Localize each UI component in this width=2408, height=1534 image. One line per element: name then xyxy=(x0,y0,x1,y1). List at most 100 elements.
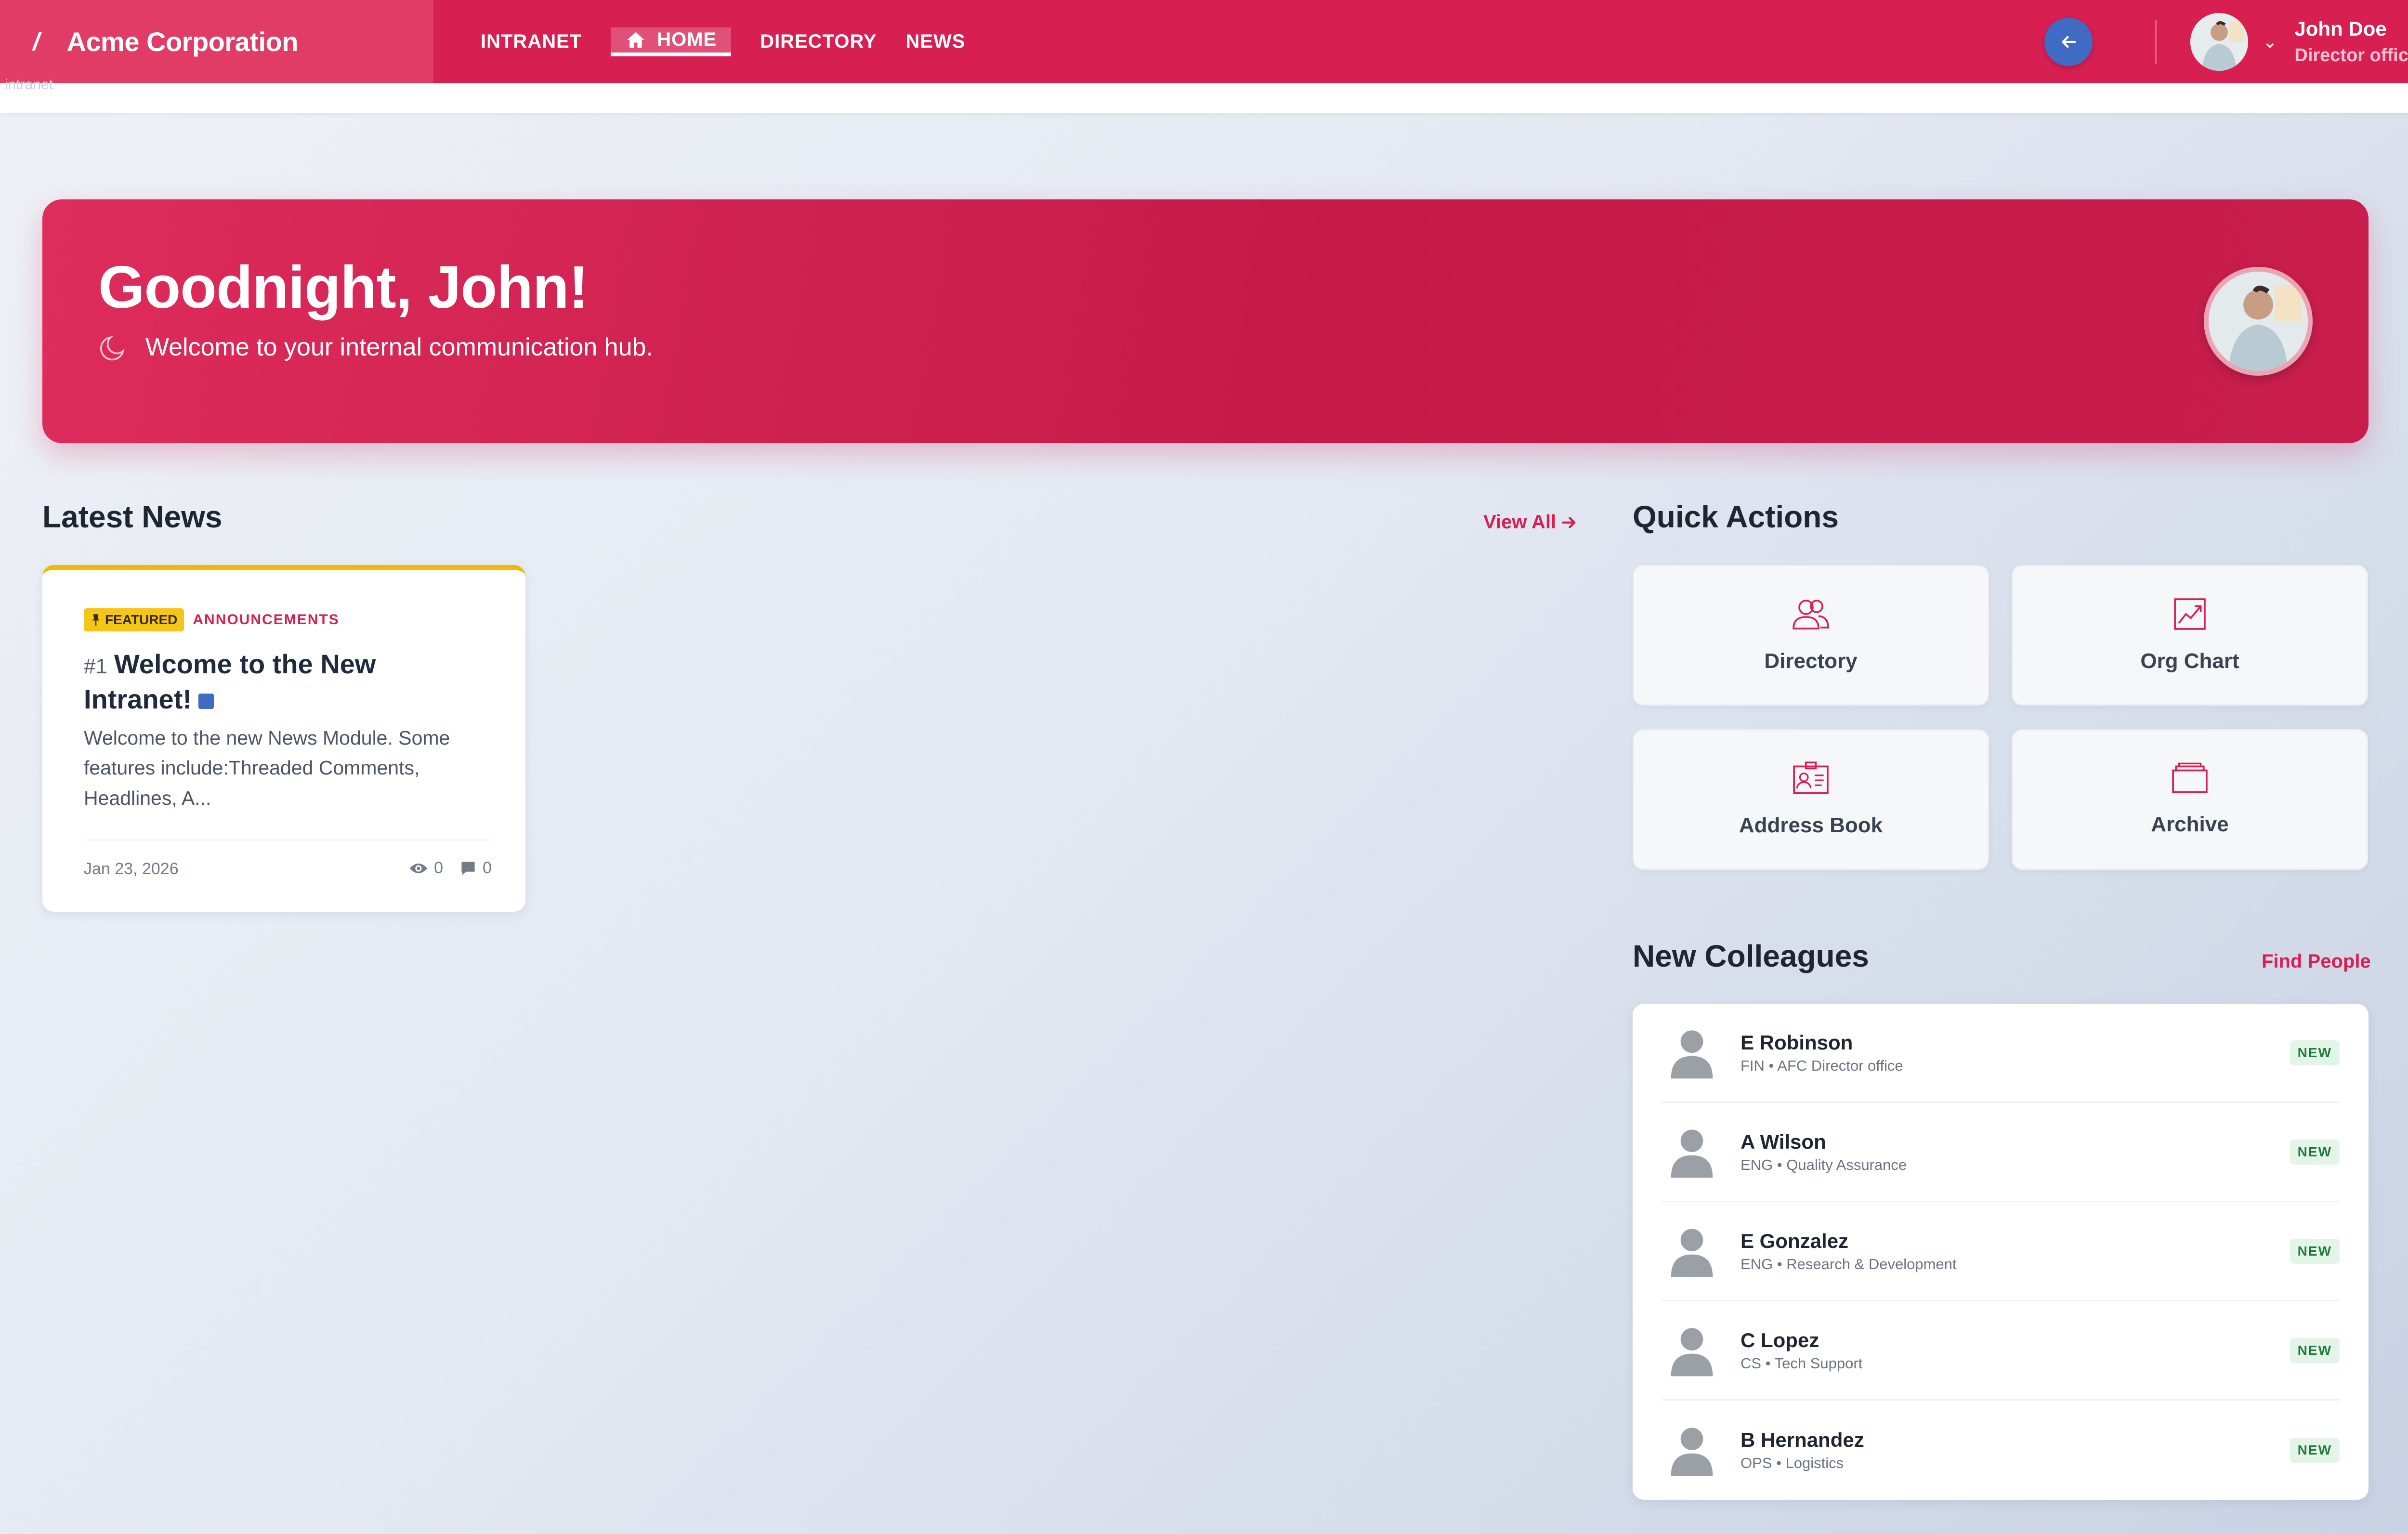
avatar xyxy=(1665,1324,1718,1377)
nav-right: ⌄ John Doe Director office xyxy=(2044,0,2408,83)
new-badge: NEW xyxy=(2290,1139,2340,1165)
featured-badge: FEATURED xyxy=(84,608,184,631)
person-icon xyxy=(1671,1327,1713,1376)
news-title[interactable]: #1 Welcome to the New Intranet! xyxy=(84,647,488,717)
users-icon xyxy=(1793,600,1829,629)
breadcrumb[interactable]: intranet xyxy=(5,77,53,93)
list-item[interactable]: B Hernandez OPS • Logistics NEW xyxy=(1662,1401,2340,1500)
colleague-name: E Robinson xyxy=(1741,1031,1853,1054)
arrow-right-icon xyxy=(1562,516,1576,528)
nav-link-news[interactable]: NEWS xyxy=(906,27,966,56)
view-all-label: View All xyxy=(1483,511,1557,533)
list-item[interactable]: A Wilson ENG • Quality Assurance NEW xyxy=(1662,1103,2340,1202)
avatar xyxy=(1665,1225,1718,1278)
colleagues-list: E Robinson FIN • AFC Director office NEW… xyxy=(1633,1004,2369,1500)
news-card[interactable]: FEATURED ANNOUNCEMENTS #1 Welcome to the … xyxy=(42,565,525,912)
back-button[interactable] xyxy=(2044,17,2093,66)
hero-avatar xyxy=(2204,267,2313,376)
nav-link-home-label: HOME xyxy=(657,29,717,50)
new-badge: NEW xyxy=(2290,1238,2340,1264)
welcome-banner: Goodnight, John! Welcome to your interna… xyxy=(42,199,2369,443)
colleague-name: A Wilson xyxy=(1741,1130,1826,1153)
colleague-info: A Wilson ENG • Quality Assurance xyxy=(1741,1130,1907,1174)
news-stats: 0 0 xyxy=(409,859,492,878)
avatar xyxy=(1665,1424,1718,1477)
quick-action-label: Directory xyxy=(1764,649,1858,673)
list-item[interactable]: E Robinson FIN • AFC Director office NEW xyxy=(1662,1004,2340,1103)
quick-action-archive[interactable]: Archive xyxy=(2012,729,2368,870)
news-comments: 0 xyxy=(483,859,492,877)
quick-action-label: Org Chart xyxy=(2140,649,2239,673)
quick-actions-title: Quick Actions xyxy=(1633,499,1839,534)
top-navbar: / Acme Corporation INTRANET HOME DIRECTO… xyxy=(0,0,2408,83)
arrow-left-icon xyxy=(2062,36,2076,48)
news-title-text: Welcome to the New Intranet! xyxy=(84,649,376,714)
list-item[interactable]: C Lopez CS • Tech Support NEW xyxy=(1662,1301,2340,1401)
new-badge: NEW xyxy=(2290,1337,2340,1363)
eye-icon xyxy=(409,863,428,873)
quick-action-label: Archive xyxy=(2151,813,2229,836)
nav-link-directory[interactable]: DIRECTORY xyxy=(760,27,877,56)
nav-links: INTRANET HOME DIRECTORY NEWS xyxy=(481,0,995,83)
colleague-name: B Hernandez xyxy=(1741,1429,1864,1451)
quick-action-label: Address Book xyxy=(1739,813,1883,837)
featured-label: FEATURED xyxy=(105,612,178,627)
news-views: 0 xyxy=(434,859,444,877)
brand-name: Acme Corporation xyxy=(66,26,298,57)
address-book-icon xyxy=(1793,761,1829,794)
new-badge: NEW xyxy=(2290,1040,2340,1065)
chevron-down-icon[interactable]: ⌄ xyxy=(2263,32,2277,52)
colleague-meta: FIN • AFC Director office xyxy=(1741,1057,1903,1074)
avatar xyxy=(1665,1126,1718,1179)
user-role: Director office xyxy=(2294,45,2408,66)
news-category[interactable]: ANNOUNCEMENTS xyxy=(193,612,339,628)
find-people-link[interactable]: Find People xyxy=(2262,951,2371,972)
user-avatar[interactable] xyxy=(2190,13,2249,71)
poll-icon xyxy=(198,694,214,717)
colleague-name: E Gonzalez xyxy=(1741,1229,1849,1252)
news-number: #1 xyxy=(84,655,107,678)
greeting-title: Goodnight, John! xyxy=(98,254,589,321)
quick-action-directory[interactable]: Directory xyxy=(1633,565,1989,706)
new-badge: NEW xyxy=(2290,1438,2340,1463)
archive-icon xyxy=(2172,762,2208,793)
greeting-subtitle: Welcome to your internal communication h… xyxy=(98,332,653,362)
colleague-meta: ENG • Research & Development xyxy=(1741,1255,1957,1272)
comment-icon xyxy=(461,861,475,875)
news-divider xyxy=(84,839,492,840)
nav-link-home[interactable]: HOME xyxy=(611,27,732,56)
brand-logo: / xyxy=(33,27,40,56)
home-icon xyxy=(627,32,645,48)
greeting-subtitle-text: Welcome to your internal communication h… xyxy=(145,333,653,361)
person-icon xyxy=(1671,1129,1713,1178)
colleague-info: C Lopez CS • Tech Support xyxy=(1741,1329,1862,1372)
colleague-name: C Lopez xyxy=(1741,1328,1819,1351)
colleague-meta: ENG • Quality Assurance xyxy=(1741,1156,1907,1173)
user-meta[interactable]: John Doe Director office xyxy=(2294,17,2408,66)
person-icon xyxy=(1671,1428,1713,1476)
chart-icon xyxy=(2174,598,2206,630)
brand[interactable]: / Acme Corporation xyxy=(0,0,433,83)
view-all-link[interactable]: View All xyxy=(1483,511,1578,533)
colleague-meta: OPS • Logistics xyxy=(1741,1455,1844,1471)
news-tags: FEATURED ANNOUNCEMENTS xyxy=(84,608,340,631)
colleague-info: B Hernandez OPS • Logistics xyxy=(1741,1429,1864,1472)
list-item[interactable]: E Gonzalez ENG • Research & Development … xyxy=(1662,1202,2340,1301)
new-colleagues-title: New Colleagues xyxy=(1633,939,1869,973)
moon-icon xyxy=(100,336,125,361)
news-excerpt: Welcome to the new News Module. Some fea… xyxy=(84,727,450,809)
user-name: John Doe xyxy=(2294,17,2387,40)
nav-link-intranet[interactable]: INTRANET xyxy=(481,27,582,56)
colleague-meta: CS • Tech Support xyxy=(1741,1354,1863,1372)
avatar xyxy=(1665,1026,1718,1079)
quick-action-org-chart[interactable]: Org Chart xyxy=(2012,565,2368,706)
colleague-info: E Gonzalez ENG • Research & Development xyxy=(1741,1230,1957,1273)
sub-bar: intranet xyxy=(0,77,2408,113)
news-date: Jan 23, 2026 xyxy=(84,860,179,878)
nav-separator xyxy=(2155,20,2157,64)
person-photo-icon xyxy=(2209,272,2308,371)
person-icon xyxy=(1671,1228,1713,1277)
pin-icon xyxy=(92,614,100,626)
quick-action-address-book[interactable]: Address Book xyxy=(1633,729,1989,870)
latest-news-title: Latest News xyxy=(42,499,222,534)
